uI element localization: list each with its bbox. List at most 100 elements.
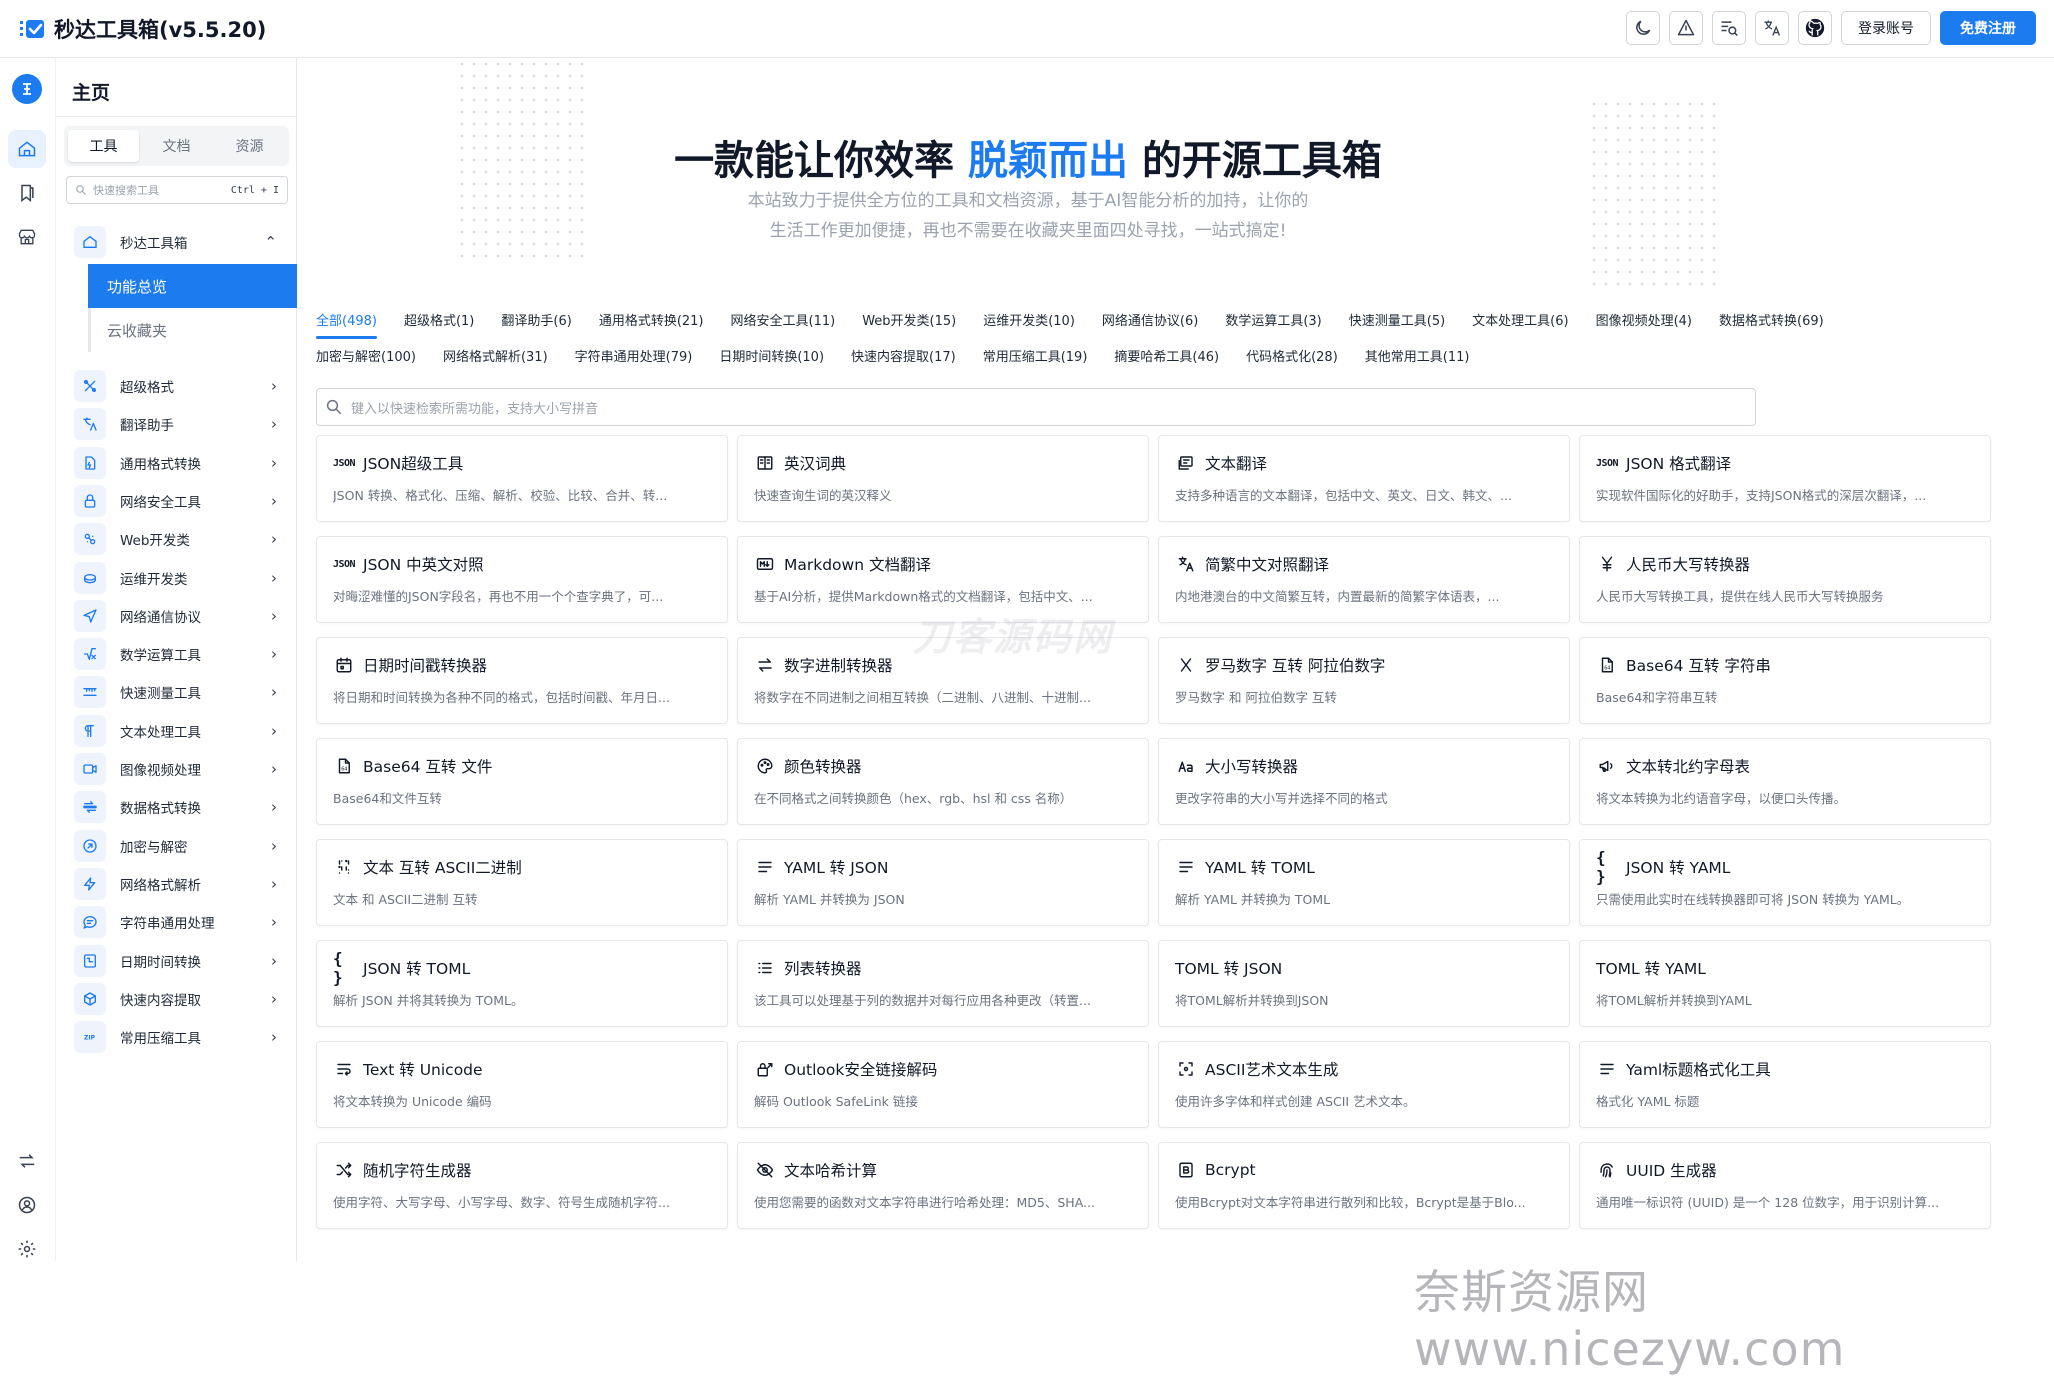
github-icon[interactable] [1798, 11, 1832, 45]
tool-card[interactable]: 列表转换器 该工具可以处理基于列的数据并对每行应用各种更改（转置... [737, 940, 1149, 1027]
menu-item-bookmarks[interactable]: 云收藏夹 [88, 308, 297, 352]
sidebar-item-18[interactable]: ZIP 常用压缩工具 › [64, 1015, 289, 1059]
category-tab[interactable]: 快速测量工具(5) [1349, 304, 1445, 335]
category-tab[interactable]: 网络安全工具(11) [731, 304, 836, 335]
sidebar-item-label: 快速测量工具 [120, 686, 201, 703]
markdown-icon [754, 553, 776, 575]
tool-card[interactable]: { } JSON 转 TOML 解析 JSON 并将其转换为 TOML。 [316, 940, 728, 1027]
category-tab[interactable]: 全部(498) [316, 304, 377, 339]
tool-card-title: UUID 生成器 [1626, 1162, 1717, 1180]
category-tab[interactable]: 摘要哈希工具(46) [1114, 340, 1219, 371]
tool-card-description: 将文本转换为 Unicode 编码 [333, 1094, 492, 1109]
category-tab[interactable]: 其他常用工具(11) [1365, 340, 1470, 371]
menu-group-toolbox[interactable]: 秒达工具箱 ⌃ [64, 220, 289, 264]
tool-card[interactable]: Outlook安全链接解码 解码 Outlook SafeLink 链接 [737, 1041, 1149, 1128]
tool-card[interactable]: JSON JSON 中英文对照 对晦涩难懂的JSON字段名，再也不用一个个查字典了，… [316, 536, 728, 623]
translate-icon [1175, 553, 1197, 575]
category-tab[interactable]: 数学运算工具(3) [1225, 304, 1321, 335]
home-icon[interactable] [8, 130, 46, 168]
category-tab[interactable]: 代码格式化(28) [1246, 340, 1338, 371]
tool-card-description: 将文本转换为北约语音字母，以便口头传播。 [1596, 791, 1847, 806]
category-tab[interactable]: 网络通信协议(6) [1102, 304, 1198, 335]
register-button[interactable]: 免费注册 [1940, 11, 2036, 45]
category-tab[interactable]: 通用格式转换(21) [599, 304, 704, 335]
tool-card[interactable]: YAML 转 JSON 解析 YAML 并转换为 JSON [737, 839, 1149, 926]
gear-icon[interactable] [8, 1230, 46, 1268]
tool-card[interactable]: Yaml标题格式化工具 格式化 YAML 标题 [1579, 1041, 1991, 1128]
tool-card[interactable]: 文本转北约字母表 将文本转换为北约语音字母，以便口头传播。 [1579, 738, 1991, 825]
category-tab[interactable]: 运维开发类(10) [983, 304, 1075, 335]
feature-search-input[interactable]: 键入以快速检索所需功能，支持大小写拼音 [316, 388, 1756, 426]
braces-icon: { } [1596, 848, 1606, 886]
calendar-icon [333, 654, 355, 676]
avatar[interactable] [12, 74, 42, 104]
user-icon[interactable] [8, 1186, 46, 1224]
tool-card[interactable]: 文本 互转 ASCII二进制 文本 和 ASCII二进制 互转 [316, 839, 728, 926]
tool-card[interactable]: Bcrypt 使用Bcrypt对文本字符串进行散列和比较，Bcrypt是基于Blo… [1158, 1142, 1570, 1229]
sidebar-item-label: 常用压缩工具 [120, 1031, 201, 1048]
category-tab[interactable]: 常用压缩工具(19) [983, 340, 1088, 371]
tab-docs[interactable]: 文档 [141, 130, 212, 162]
tool-card[interactable]: YAML 转 TOML 解析 YAML 并转换为 TOML [1158, 839, 1570, 926]
theme-icon[interactable] [1669, 11, 1703, 45]
tool-card[interactable]: 日期时间戳转换器 将日期和时间转换为各种不同的格式，包括时间戳、年月日... [316, 637, 728, 724]
tool-card-title: TOML 转 YAML [1596, 960, 1706, 978]
category-tab[interactable]: Web开发类(15) [862, 304, 956, 335]
app-title: 秒达工具箱(v5.5.20) [54, 17, 267, 42]
tool-card[interactable]: 英汉词典 快速查询生词的英汉释义 [737, 435, 1149, 522]
category-tab[interactable]: 图像视频处理(4) [1596, 304, 1692, 335]
sidebar-item-label: 通用格式转换 [120, 456, 201, 473]
tool-card[interactable]: 64 Base64 互转 字符串 Base64和字符串互转 [1579, 637, 1991, 724]
tool-card-title: 文本 互转 ASCII二进制 [363, 859, 522, 877]
category-tab[interactable]: 加密与解密(100) [316, 340, 416, 371]
menu-item-overview[interactable]: 功能总览 [88, 264, 297, 308]
tool-card-title: 日期时间戳转换器 [363, 657, 488, 675]
chevron-right-icon: › [271, 530, 277, 549]
category-tab[interactable]: 文本处理工具(6) [1472, 304, 1568, 335]
category-tab[interactable]: 快速内容提取(17) [851, 340, 956, 371]
tool-card[interactable]: JSON JSON 格式翻译 实现软件国际化的好助手，支持JSON格式的深层次翻译，… [1579, 435, 1991, 522]
login-button[interactable]: 登录账号 [1841, 11, 1931, 45]
tool-card[interactable]: JSON JSON超级工具 JSON 转换、格式化、压缩、解析、校验、比较、合并、转… [316, 435, 728, 522]
tool-card[interactable]: 随机字符生成器 使用字符、大写字母、小写字母、数字、符号生成随机字符... [316, 1142, 728, 1229]
app-logo[interactable]: 秒达工具箱(v5.5.20) [18, 14, 266, 44]
search-doc-icon[interactable] [1712, 11, 1746, 45]
tool-card[interactable]: 64 Base64 互转 文件 Base64和文件互转 [316, 738, 728, 825]
chevron-right-icon: › [271, 491, 277, 510]
docs-icon[interactable] [8, 174, 46, 212]
category-tab[interactable]: 数据格式转换(69) [1719, 304, 1824, 335]
category-tab[interactable]: 字符串通用处理(79) [575, 340, 693, 371]
category-tabs-row-2: 加密与解密(100) 网络格式解析(31) 字符串通用处理(79) 日期时间转换(10… [316, 340, 1496, 370]
switch-icon[interactable] [8, 1142, 46, 1180]
watermark-center: 刀客源码网 [913, 615, 1114, 659]
tool-card-description: 实现软件国际化的好助手，支持JSON格式的深层次翻译，... [1596, 488, 1927, 503]
tool-card[interactable]: ASCII艺术文本生成 使用许多字体和样式创建 ASCII 艺术文本。 [1158, 1041, 1570, 1128]
tool-card[interactable]: 简繁中文对照翻译 内地港澳台的中文简繁互转，内置最新的简繁字体语表，... [1158, 536, 1570, 623]
category-tab[interactable]: 日期时间转换(10) [719, 340, 824, 371]
tool-card[interactable]: 人民币大写转换器 人民币大写转换工具，提供在线人民币大写转换服务 [1579, 536, 1991, 623]
tab-tools[interactable]: 工具 [68, 130, 139, 162]
tool-card[interactable]: 文本哈希计算 使用您需要的函数对文本字符串进行哈希处理：MD5、SHA... [737, 1142, 1149, 1229]
tool-search-input[interactable]: 快速搜索工具 Ctrl + I [66, 176, 288, 204]
category-tab[interactable]: 网络格式解析(31) [443, 340, 548, 371]
category-tab[interactable]: 翻译助手(6) [501, 304, 571, 335]
tool-card-description: 解析 YAML 并转换为 JSON [754, 892, 905, 907]
chevron-right-icon: › [271, 989, 277, 1008]
tool-card[interactable]: Text 转 Unicode 将文本转换为 Unicode 编码 [316, 1041, 728, 1128]
category-tab[interactable]: 超级格式(1) [404, 304, 474, 335]
tool-card[interactable]: TOML 转 YAML 将TOML解析并转换到YAML [1579, 940, 1991, 1027]
translate-icon[interactable] [1755, 11, 1789, 45]
store-icon[interactable] [8, 218, 46, 256]
tool-card[interactable]: 文本翻译 支持多种语言的文本翻译，包括中文、英文、日文、韩文、... [1158, 435, 1570, 522]
tool-card[interactable]: 颜色转换器 在不同格式之间转换颜色（hex、rgb、hsl 和 css 名称） [737, 738, 1149, 825]
tool-card[interactable]: { } JSON 转 YAML 只需使用此实时在线转换器即可将 JSON 转换为 Y… [1579, 839, 1991, 926]
lines-icon [1596, 1058, 1618, 1080]
tool-card[interactable]: UUID 生成器 通用唯一标识符 (UUID) 是一个 128 位数字，用于识别计… [1579, 1142, 1991, 1229]
chevron-right-icon: › [271, 798, 277, 817]
tool-card[interactable]: 大小写转换器 更改字符串的大小写并选择不同的格式 [1158, 738, 1570, 825]
tool-card[interactable]: 罗马数字 互转 阿拉伯数字 罗马数字 和 阿拉伯数字 互转 [1158, 637, 1570, 724]
tab-resources[interactable]: 资源 [214, 130, 285, 162]
tool-card-title: 罗马数字 互转 阿拉伯数字 [1205, 657, 1386, 675]
tool-card[interactable]: TOML 转 JSON 将TOML解析并转换到JSON [1158, 940, 1570, 1027]
moon-icon[interactable] [1626, 11, 1660, 45]
